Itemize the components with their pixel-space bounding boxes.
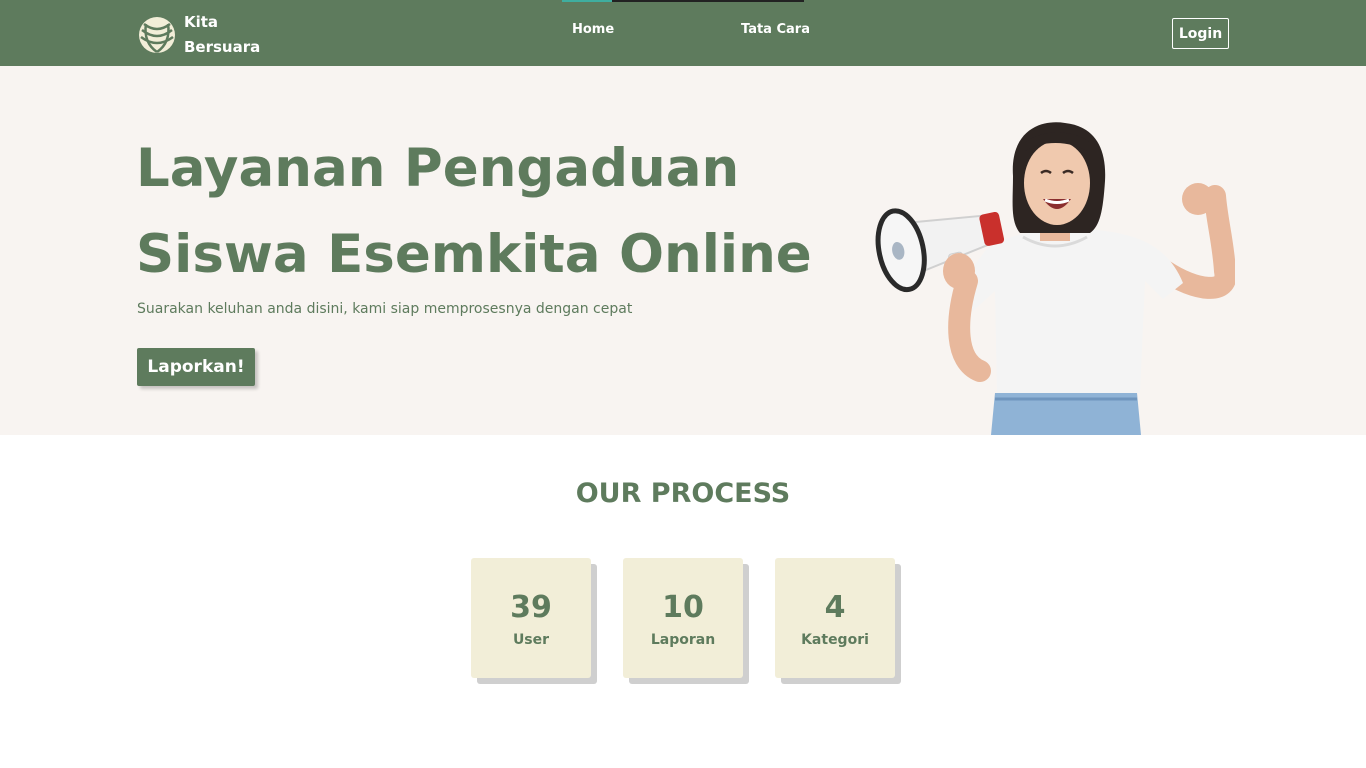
stat-value: 39	[510, 590, 552, 625]
nav-link-tata-cara[interactable]: Tata Cara	[741, 22, 810, 37]
stat-label: Laporan	[650, 632, 716, 648]
hero-section: Layanan Pengaduan Siswa Esemkita Online …	[0, 66, 1366, 435]
nav-link-home[interactable]: Home	[572, 22, 614, 37]
hero-title: Layanan Pengaduan Siswa Esemkita Online	[136, 126, 836, 298]
stat-value: 10	[662, 590, 704, 625]
nav-indicator	[562, 0, 804, 2]
stat-label: User	[512, 632, 550, 648]
report-button[interactable]: Laporkan!	[137, 348, 255, 386]
woman-with-megaphone-image	[875, 122, 1235, 435]
brand[interactable]: Kita Bersuara	[138, 10, 260, 60]
stat-card-kategori: 4 Kategori	[775, 558, 895, 678]
login-button[interactable]: Login	[1172, 18, 1229, 49]
stat-card-laporan: 10 Laporan	[623, 558, 743, 678]
process-title: OUR PROCESS	[575, 478, 791, 509]
stat-value: 4	[824, 590, 846, 625]
brand-line-1: Kita	[184, 13, 219, 31]
hero-subtitle: Suarakan keluhan anda disini, kami siap …	[137, 301, 633, 317]
hero-title-line-1: Layanan Pengaduan	[136, 138, 740, 199]
stat-label: Kategori	[801, 632, 869, 648]
stat-card-user: 39 User	[471, 558, 591, 678]
nav-active-indicator	[562, 0, 612, 2]
brand-line-2: Bersuara	[184, 38, 261, 56]
hero-title-line-2: Siswa Esemkita Online	[136, 224, 812, 285]
stats-cards: 39 User 10 Laporan 4 Kategori	[0, 558, 1366, 678]
brand-name: Kita Bersuara	[184, 10, 260, 60]
leaf-logo-icon	[139, 17, 175, 54]
navbar: Kita Bersuara Home Tata Cara Login	[0, 0, 1366, 66]
